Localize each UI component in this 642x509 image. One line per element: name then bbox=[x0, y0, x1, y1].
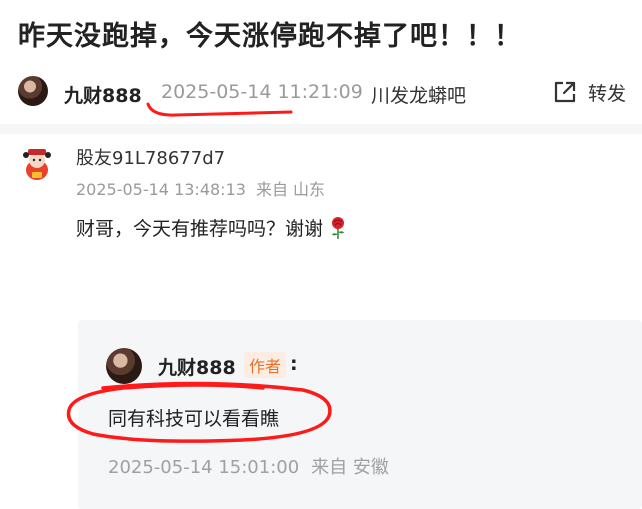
stock-forum-post-page: 昨天没跑掉，今天涨停跑不掉了吧！！！ 九财888 2025-05-14 11:2… bbox=[0, 0, 642, 509]
comment-timestamp: 2025-05-14 13:48:13 bbox=[76, 180, 246, 199]
comment-text: 财哥，今天有推荐吗吗？谢谢 bbox=[76, 218, 324, 240]
red-underline-annotation bbox=[146, 102, 293, 117]
post-author-name[interactable]: 九财888 bbox=[64, 81, 142, 108]
share-label: 转发 bbox=[588, 82, 627, 105]
share-icon bbox=[554, 81, 576, 103]
red-circle-annotation bbox=[66, 381, 332, 443]
section-divider bbox=[0, 124, 642, 134]
caishen-avatar[interactable] bbox=[20, 146, 54, 182]
author-badge: 作者 bbox=[244, 352, 287, 378]
reply-colon: : bbox=[290, 353, 298, 375]
comment-meta: 2025-05-14 13:48:13 来自 山东 bbox=[76, 176, 325, 200]
reply-author-avatar[interactable] bbox=[106, 348, 142, 384]
reply-timestamp: 2025-05-14 15:01:00 bbox=[108, 457, 300, 478]
comment-username[interactable]: 股友91L78677d7 bbox=[76, 144, 225, 170]
author-avatar[interactable] bbox=[18, 76, 48, 106]
post-title: 昨天没跑掉，今天涨停跑不掉了吧！！！ bbox=[18, 21, 522, 52]
reply-meta: 2025-05-14 15:01:00 来自 安徽 bbox=[108, 453, 389, 479]
comment-text-row: 财哥，今天有推荐吗吗？谢谢 bbox=[76, 214, 347, 241]
forum-bar-link[interactable]: 川发龙蟒吧 bbox=[371, 81, 466, 108]
rose-icon bbox=[332, 216, 345, 239]
post-meta-row: 九财888 2025-05-14 11:21:09 川发龙蟒吧 转发 bbox=[18, 74, 642, 112]
comment-item: 股友91L78677d7 2025-05-14 13:48:13 来自 山东 财哥… bbox=[0, 134, 642, 509]
reply-author-name[interactable]: 九财888 bbox=[158, 353, 236, 380]
share-button[interactable]: 转发 bbox=[552, 77, 626, 107]
reply-location: 来自 安徽 bbox=[311, 457, 389, 478]
comment-location: 来自 山东 bbox=[255, 180, 326, 199]
